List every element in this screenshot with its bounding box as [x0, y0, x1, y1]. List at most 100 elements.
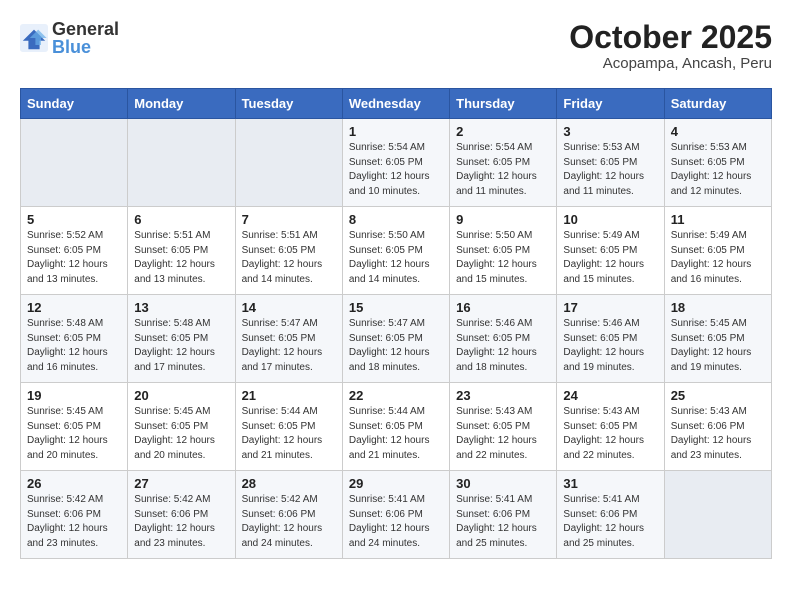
- calendar-cell: 15 Sunrise: 5:47 AM Sunset: 6:05 PM Dayli…: [342, 295, 449, 383]
- calendar-cell: 24 Sunrise: 5:43 AM Sunset: 6:05 PM Dayli…: [557, 383, 664, 471]
- day-number: 1: [349, 124, 443, 139]
- calendar-cell: 4Sunrise: 5:53 AM Sunset: 6:05 PM Daylig…: [664, 119, 771, 207]
- calendar-cell: 9Sunrise: 5:50 AM Sunset: 6:05 PM Daylig…: [450, 207, 557, 295]
- day-number: 30: [456, 476, 550, 491]
- calendar-cell: [235, 119, 342, 207]
- day-info: Sunrise: 5:49 AM Sunset: 6:05 PM Dayligh…: [563, 229, 657, 287]
- calendar-cell: 26 Sunrise: 5:42 AM Sunset: 6:06 PM Dayli…: [21, 471, 128, 559]
- calendar-cell: 6 Sunrise: 5:51 AM Sunset: 6:05 PM Daylig…: [128, 207, 235, 295]
- calendar-cell: [128, 119, 235, 207]
- day-info: Sunrise: 5:53 AM Sunset: 6:05 PM Dayligh…: [563, 141, 657, 199]
- day-number: 18: [671, 300, 765, 315]
- day-info: Sunrise: 5:46 AM Sunset: 6:05 PM Dayligh…: [456, 317, 550, 375]
- calendar-cell: 17Sunrise: 5:46 AM Sunset: 6:05 PM Dayli…: [557, 295, 664, 383]
- calendar-cell: 11Sunrise: 5:49 AM Sunset: 6:05 PM Dayli…: [664, 207, 771, 295]
- calendar-week-row: 12 Sunrise: 5:48 AM Sunset: 6:05 PM Dayli…: [21, 295, 772, 383]
- calendar-week-row: 5Sunrise: 5:52 AM Sunset: 6:05 PM Daylig…: [21, 207, 772, 295]
- day-number: 8: [349, 212, 443, 227]
- day-number: 14: [242, 300, 336, 315]
- day-number: 3: [563, 124, 657, 139]
- calendar-cell: 20 Sunrise: 5:45 AM Sunset: 6:05 PM Dayli…: [128, 383, 235, 471]
- day-info: Sunrise: 5:45 AM Sunset: 6:05 PM Dayligh…: [671, 317, 765, 375]
- day-info: Sunrise: 5:41 AM Sunset: 6:06 PM Dayligh…: [563, 493, 657, 551]
- calendar-cell: 22Sunrise: 5:44 AM Sunset: 6:05 PM Dayli…: [342, 383, 449, 471]
- day-number: 25: [671, 388, 765, 403]
- day-number: 16: [456, 300, 550, 315]
- day-number: 6: [134, 212, 228, 227]
- day-info: Sunrise: 5:43 AM Sunset: 6:05 PM Dayligh…: [456, 405, 550, 463]
- page-title: October 2025: [569, 20, 772, 55]
- day-info: Sunrise: 5:49 AM Sunset: 6:05 PM Dayligh…: [671, 229, 765, 287]
- calendar-cell: 1 Sunrise: 5:54 AM Sunset: 6:05 PM Daylig…: [342, 119, 449, 207]
- col-header-monday: Monday: [128, 89, 235, 119]
- day-info: Sunrise: 5:48 AM Sunset: 6:05 PM Dayligh…: [27, 317, 121, 375]
- calendar-cell: 29 Sunrise: 5:41 AM Sunset: 6:06 PM Dayli…: [342, 471, 449, 559]
- day-number: 29: [349, 476, 443, 491]
- day-number: 17: [563, 300, 657, 315]
- calendar-cell: 13Sunrise: 5:48 AM Sunset: 6:05 PM Dayli…: [128, 295, 235, 383]
- day-info: Sunrise: 5:44 AM Sunset: 6:05 PM Dayligh…: [242, 405, 336, 463]
- day-number: 2: [456, 124, 550, 139]
- day-info: Sunrise: 5:54 AM Sunset: 6:05 PM Dayligh…: [456, 141, 550, 199]
- col-header-tuesday: Tuesday: [235, 89, 342, 119]
- day-number: 5: [27, 212, 121, 227]
- calendar-week-row: 26 Sunrise: 5:42 AM Sunset: 6:06 PM Dayli…: [21, 471, 772, 559]
- day-number: 26: [27, 476, 121, 491]
- col-header-sunday: Sunday: [21, 89, 128, 119]
- calendar-cell: 28Sunrise: 5:42 AM Sunset: 6:06 PM Dayli…: [235, 471, 342, 559]
- page-header: General Blue October 2025 Acopampa, Anca…: [20, 20, 772, 72]
- day-info: Sunrise: 5:47 AM Sunset: 6:05 PM Dayligh…: [349, 317, 443, 375]
- calendar-week-row: 1 Sunrise: 5:54 AM Sunset: 6:05 PM Daylig…: [21, 119, 772, 207]
- calendar-cell: 18 Sunrise: 5:45 AM Sunset: 6:05 PM Dayli…: [664, 295, 771, 383]
- day-number: 22: [349, 388, 443, 403]
- calendar-cell: 12 Sunrise: 5:48 AM Sunset: 6:05 PM Dayli…: [21, 295, 128, 383]
- calendar-header-row: SundayMondayTuesdayWednesdayThursdayFrid…: [21, 89, 772, 119]
- day-info: Sunrise: 5:51 AM Sunset: 6:05 PM Dayligh…: [242, 229, 336, 287]
- calendar-cell: [664, 471, 771, 559]
- logo-icon: [20, 24, 48, 52]
- logo-text-blue: Blue: [52, 38, 119, 56]
- day-number: 20: [134, 388, 228, 403]
- calendar-week-row: 19 Sunrise: 5:45 AM Sunset: 6:05 PM Dayli…: [21, 383, 772, 471]
- day-number: 13: [134, 300, 228, 315]
- day-info: Sunrise: 5:45 AM Sunset: 6:05 PM Dayligh…: [134, 405, 228, 463]
- calendar-cell: 23 Sunrise: 5:43 AM Sunset: 6:05 PM Dayli…: [450, 383, 557, 471]
- day-number: 28: [242, 476, 336, 491]
- calendar-cell: 25 Sunrise: 5:43 AM Sunset: 6:06 PM Dayli…: [664, 383, 771, 471]
- title-block: October 2025 Acopampa, Ancash, Peru: [569, 20, 772, 72]
- day-info: Sunrise: 5:42 AM Sunset: 6:06 PM Dayligh…: [134, 493, 228, 551]
- calendar-cell: 19Sunrise: 5:45 AM Sunset: 6:05 PM Dayli…: [21, 383, 128, 471]
- day-number: 23: [456, 388, 550, 403]
- day-info: Sunrise: 5:50 AM Sunset: 6:05 PM Dayligh…: [349, 229, 443, 287]
- calendar-cell: 5Sunrise: 5:52 AM Sunset: 6:05 PM Daylig…: [21, 207, 128, 295]
- calendar-cell: 3 Sunrise: 5:53 AM Sunset: 6:05 PM Daylig…: [557, 119, 664, 207]
- day-number: 7: [242, 212, 336, 227]
- day-info: Sunrise: 5:41 AM Sunset: 6:06 PM Dayligh…: [349, 493, 443, 551]
- calendar-cell: 31 Sunrise: 5:41 AM Sunset: 6:06 PM Dayli…: [557, 471, 664, 559]
- day-info: Sunrise: 5:41 AM Sunset: 6:06 PM Dayligh…: [456, 493, 550, 551]
- day-info: Sunrise: 5:43 AM Sunset: 6:05 PM Dayligh…: [563, 405, 657, 463]
- day-info: Sunrise: 5:43 AM Sunset: 6:06 PM Dayligh…: [671, 405, 765, 463]
- day-number: 27: [134, 476, 228, 491]
- calendar-cell: 30 Sunrise: 5:41 AM Sunset: 6:06 PM Dayli…: [450, 471, 557, 559]
- calendar-cell: 27 Sunrise: 5:42 AM Sunset: 6:06 PM Dayli…: [128, 471, 235, 559]
- day-number: 15: [349, 300, 443, 315]
- day-info: Sunrise: 5:42 AM Sunset: 6:06 PM Dayligh…: [27, 493, 121, 551]
- logo-text-general: General: [52, 20, 119, 38]
- day-number: 31: [563, 476, 657, 491]
- day-info: Sunrise: 5:47 AM Sunset: 6:05 PM Dayligh…: [242, 317, 336, 375]
- day-info: Sunrise: 5:53 AM Sunset: 6:05 PM Dayligh…: [671, 141, 765, 199]
- calendar-table: SundayMondayTuesdayWednesdayThursdayFrid…: [20, 88, 772, 559]
- day-number: 12: [27, 300, 121, 315]
- calendar-cell: 7 Sunrise: 5:51 AM Sunset: 6:05 PM Daylig…: [235, 207, 342, 295]
- day-number: 21: [242, 388, 336, 403]
- calendar-cell: [21, 119, 128, 207]
- day-number: 24: [563, 388, 657, 403]
- day-info: Sunrise: 5:54 AM Sunset: 6:05 PM Dayligh…: [349, 141, 443, 199]
- day-number: 19: [27, 388, 121, 403]
- day-info: Sunrise: 5:51 AM Sunset: 6:05 PM Dayligh…: [134, 229, 228, 287]
- col-header-wednesday: Wednesday: [342, 89, 449, 119]
- calendar-cell: 16 Sunrise: 5:46 AM Sunset: 6:05 PM Dayli…: [450, 295, 557, 383]
- logo: General Blue: [20, 20, 119, 56]
- calendar-cell: 10Sunrise: 5:49 AM Sunset: 6:05 PM Dayli…: [557, 207, 664, 295]
